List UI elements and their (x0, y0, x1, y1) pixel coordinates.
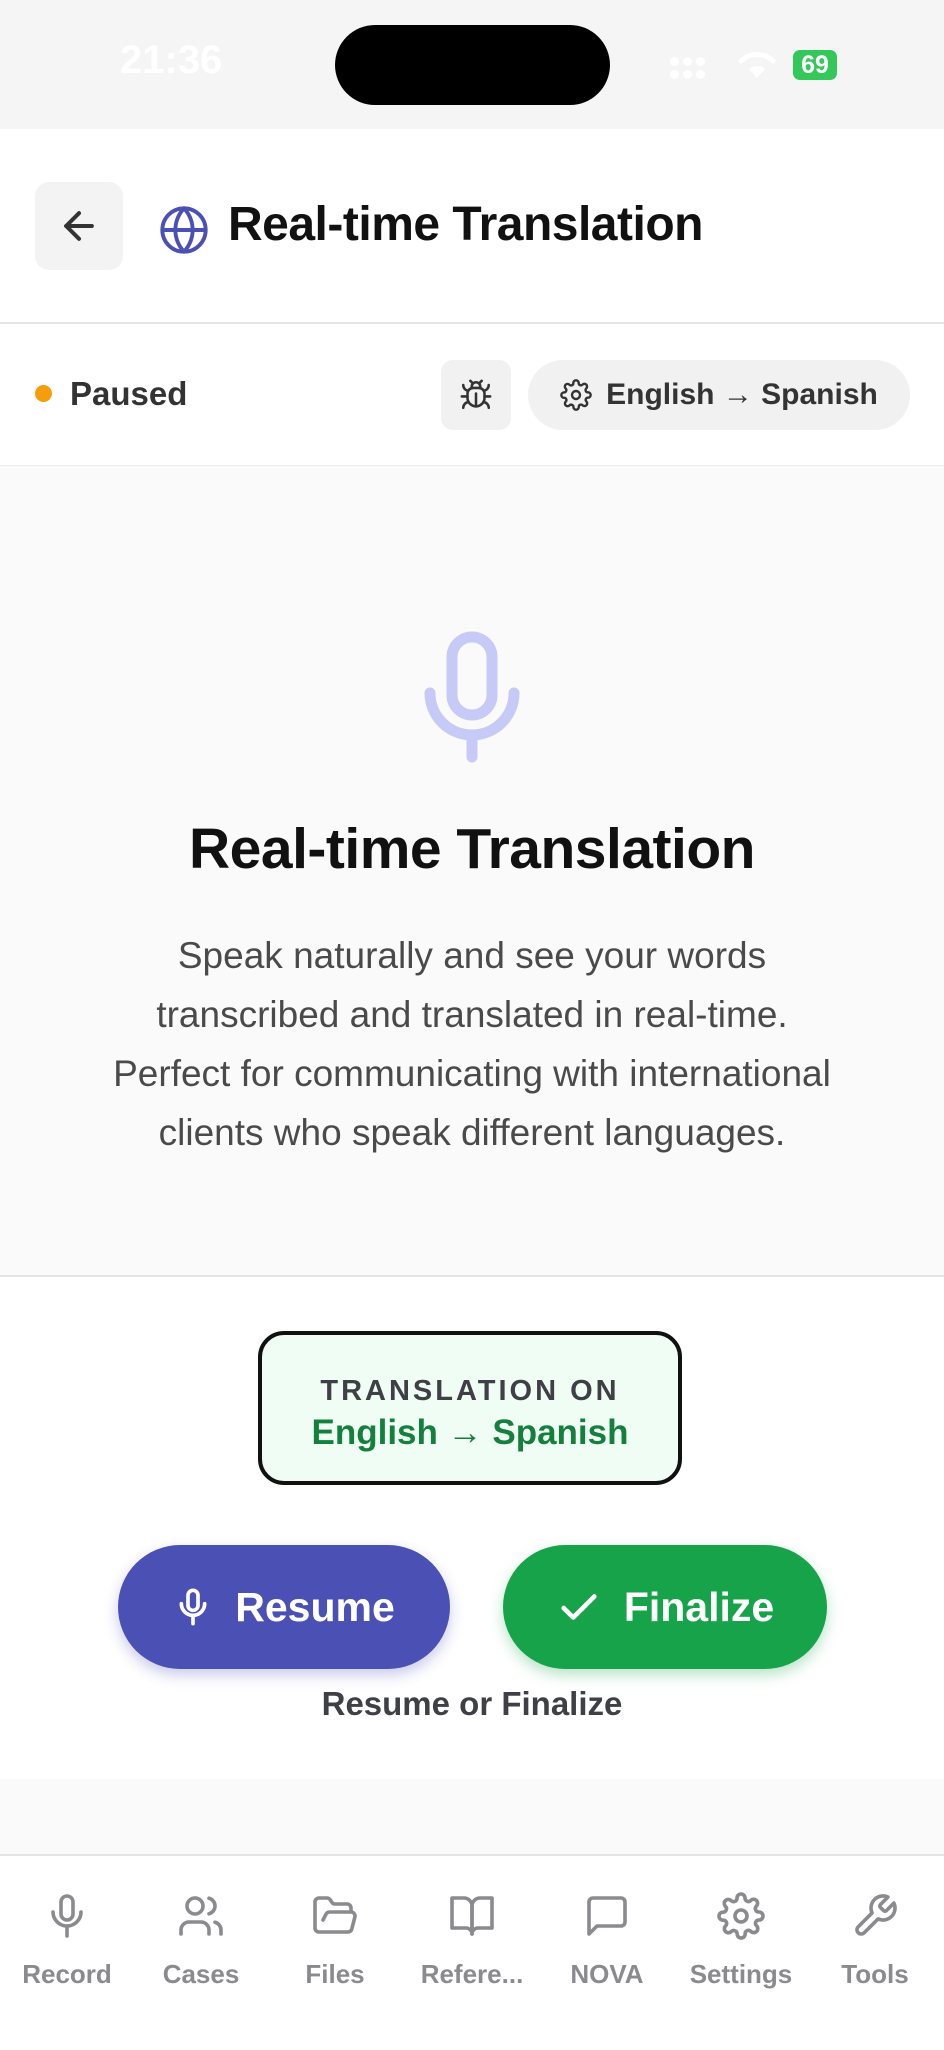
globe-icon (160, 206, 208, 254)
tab-label: Refere... (420, 1959, 524, 1989)
finalize-button[interactable]: Finalize (503, 1545, 827, 1669)
tab-label: Cases (162, 1959, 240, 1989)
tab-files[interactable]: Files (268, 1856, 402, 1996)
wrench-icon (855, 1894, 897, 1936)
mic-icon (51, 1894, 83, 1938)
book-open-icon (450, 1896, 494, 1936)
session-status-label: Paused (70, 375, 188, 412)
dynamic-island (335, 25, 610, 105)
tab-label: Record (22, 1959, 112, 1989)
tab-label: Tools (841, 1959, 909, 1989)
back-button[interactable] (35, 182, 123, 270)
tab-tools[interactable]: Tools (808, 1856, 942, 1996)
mic-icon (424, 631, 520, 763)
tab-label: Settings (689, 1959, 793, 1989)
folder-open-icon (313, 1896, 357, 1934)
hero-title: Real-time Translation (189, 817, 756, 881)
battery-icon: 69 (793, 50, 837, 80)
action-hint: Resume or Finalize (321, 1685, 623, 1722)
tab-reference[interactable]: Refere... (405, 1856, 539, 1996)
bug-icon (460, 379, 492, 410)
empty-state-panel: Real-time Translation Speak naturally an… (0, 466, 944, 1277)
resume-button-label: Resume (235, 1583, 395, 1630)
cellular-signal-icon (670, 54, 706, 80)
debug-button[interactable] (441, 360, 511, 430)
tab-nova[interactable]: NOVA (540, 1856, 674, 1996)
arrow-left-icon (64, 211, 94, 241)
page-title: Real-time Translation (228, 198, 703, 251)
recording-controls: TRANSLATION ON English → Spanish Resume … (0, 1277, 944, 1779)
tab-settings[interactable]: Settings (674, 1856, 808, 1996)
status-bar: 21:36 69 (0, 0, 944, 129)
status-time: 21:36 (120, 38, 223, 82)
status-indicator-dot (35, 385, 52, 402)
check-icon (561, 1594, 597, 1620)
message-square-icon (587, 1896, 627, 1936)
language-pair-label: English → Spanish (606, 378, 878, 411)
tab-record[interactable]: Record (0, 1856, 134, 1996)
gear-icon (717, 1892, 765, 1940)
tab-label: Files (305, 1959, 365, 1989)
translation-badge-languages: English → Spanish (311, 1413, 629, 1452)
gear-icon (560, 379, 592, 411)
finalize-button-label: Finalize (623, 1583, 775, 1630)
session-status-bar: Paused English → Spanish (0, 324, 944, 466)
tab-cases[interactable]: Cases (134, 1856, 268, 1996)
users-icon (179, 1896, 223, 1936)
resume-button[interactable]: Resume (118, 1545, 450, 1669)
bottom-tab-bar: Record Cases Files Refere... NOVA Settin… (0, 1854, 944, 2050)
language-settings-button[interactable]: English → Spanish (528, 360, 910, 430)
wifi-icon (738, 52, 776, 78)
translation-badge-heading: TRANSLATION ON (320, 1375, 620, 1407)
translation-status-badge: TRANSLATION ON English → Spanish (258, 1331, 682, 1485)
mic-icon (179, 1588, 207, 1626)
hero-description: Speak naturally and see your words trans… (113, 935, 831, 1153)
tab-label: NOVA (570, 1959, 644, 1989)
app-header: Real-time Translation (0, 129, 944, 324)
